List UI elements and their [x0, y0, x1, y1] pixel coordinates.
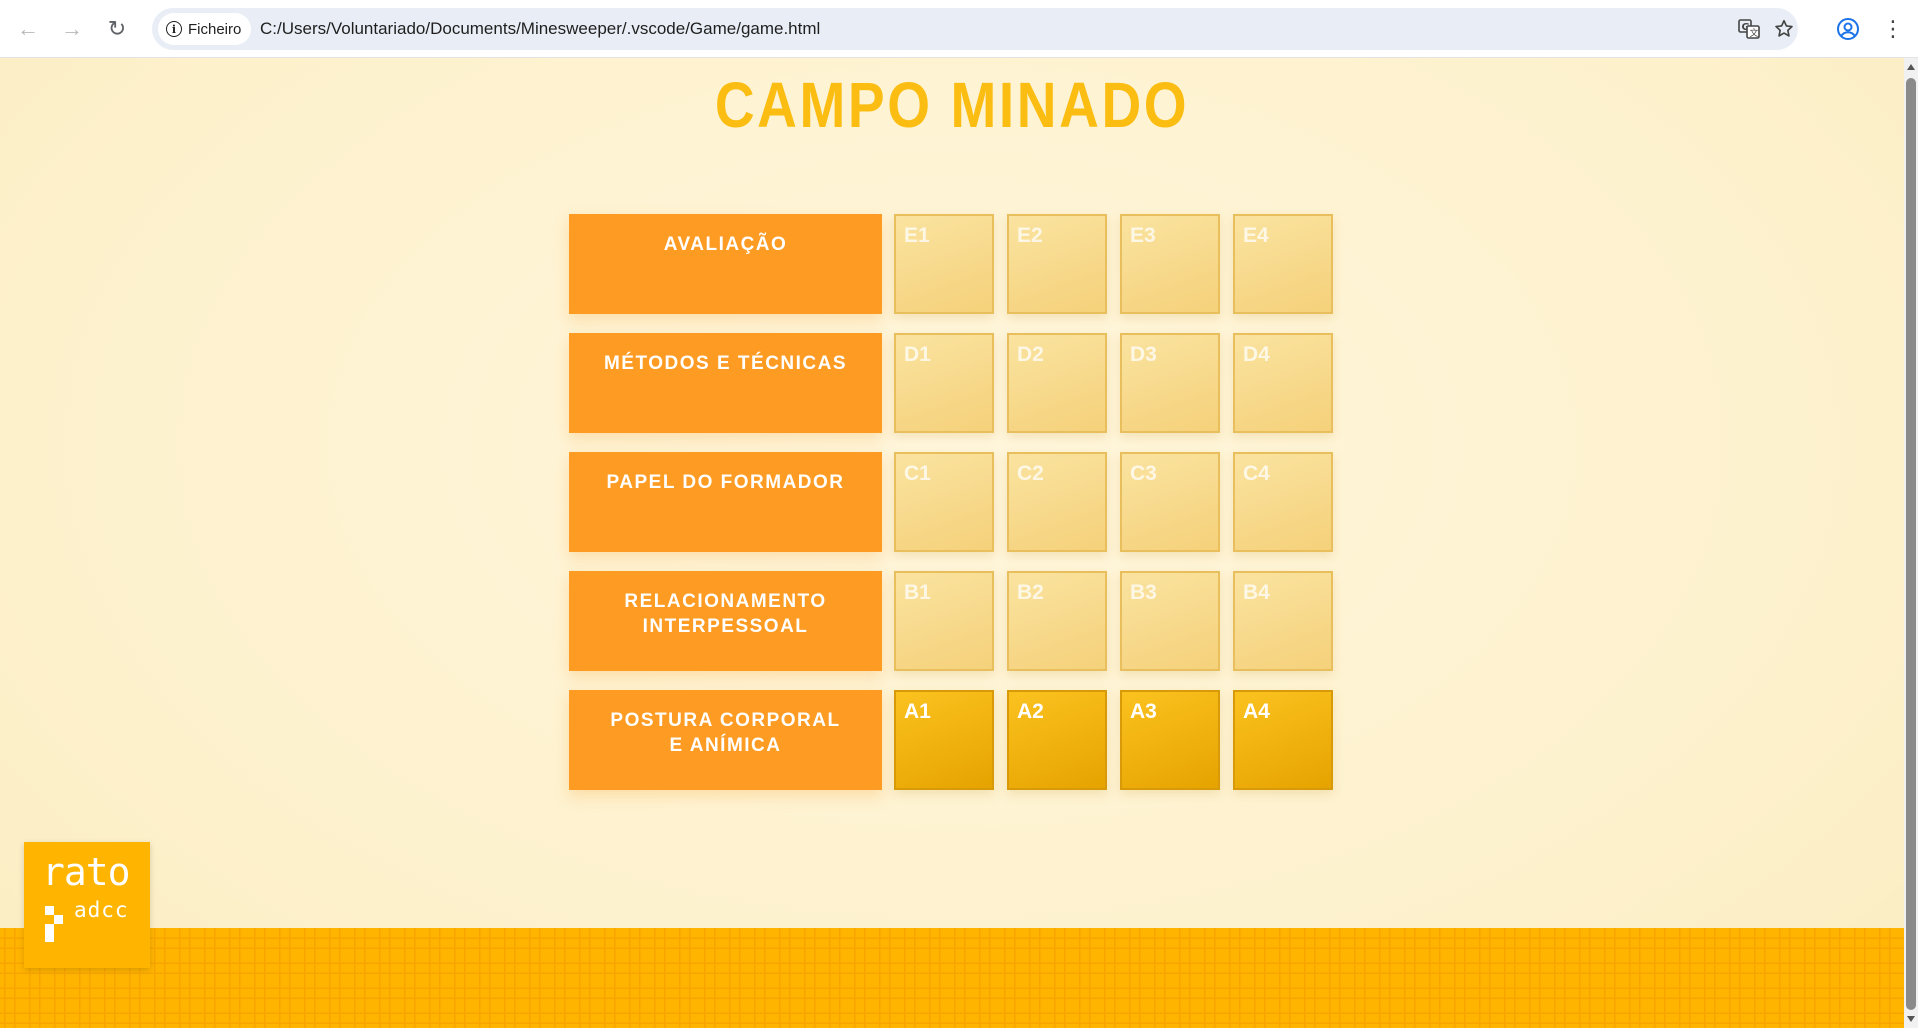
profile-icon[interactable]	[1832, 13, 1864, 45]
mine-cell[interactable]: B2	[1007, 571, 1107, 671]
back-button[interactable]: ←	[12, 13, 44, 45]
cell-label: E1	[904, 224, 930, 247]
cell-label: A1	[904, 700, 931, 723]
mine-cell[interactable]: D3	[1120, 333, 1220, 433]
site-info-chip[interactable]: i Ficheiro	[158, 13, 252, 45]
category-label: AVALIAÇÃO	[569, 214, 882, 314]
back-arrow-icon: ←	[17, 16, 39, 41]
mine-cell[interactable]: A4	[1233, 690, 1333, 790]
cell-label: E2	[1017, 224, 1043, 247]
cell-label: C3	[1130, 462, 1157, 485]
menu-kebab-icon[interactable]: ⋮	[1877, 13, 1909, 45]
cell-label: D3	[1130, 343, 1157, 366]
mine-cell[interactable]: C3	[1120, 452, 1220, 552]
cell-label: B1	[904, 581, 931, 604]
site-info-label: Ficheiro	[188, 20, 242, 38]
cell-label: A4	[1243, 700, 1270, 723]
mine-cell[interactable]: E1	[894, 214, 994, 314]
cell-label: D1	[904, 343, 931, 366]
mine-cell[interactable]: B1	[894, 571, 994, 671]
translate-icon[interactable]: G 文	[1736, 16, 1762, 42]
rato-adcc-logo: rato adcc	[24, 842, 150, 968]
scroll-thumb[interactable]	[1906, 78, 1916, 1010]
mine-cell[interactable]: D4	[1233, 333, 1333, 433]
bookmark-star-icon[interactable]	[1771, 16, 1797, 42]
logo-word-adcc: adcc	[74, 898, 129, 922]
mine-cell[interactable]: B3	[1120, 571, 1220, 671]
svg-text:文: 文	[1750, 27, 1759, 39]
footer-pattern	[0, 928, 1904, 1028]
cell-label: C4	[1243, 462, 1270, 485]
cell-label: E4	[1243, 224, 1269, 247]
page-title: CAMPO MINADO	[714, 69, 1190, 141]
cell-label: A3	[1130, 700, 1157, 723]
cell-label: D4	[1243, 343, 1270, 366]
cell-label: A2	[1017, 700, 1044, 723]
address-bar[interactable]: i Ficheiro C:/Users/Voluntariado/Documen…	[152, 8, 1798, 50]
category-label: MÉTODOS E TÉCNICAS	[569, 333, 882, 433]
cell-label: C1	[904, 462, 931, 485]
reload-icon: ↻	[107, 16, 127, 41]
category-label: PAPEL DO FORMADOR	[569, 452, 882, 552]
mine-cell[interactable]: C4	[1233, 452, 1333, 552]
category-label: RELACIONAMENTO INTERPESSOAL	[569, 571, 882, 671]
forward-arrow-icon: →	[61, 16, 83, 41]
cell-label: B3	[1130, 581, 1157, 604]
reload-button[interactable]: ↻	[101, 13, 133, 45]
mine-cell[interactable]: A1	[894, 690, 994, 790]
mine-cell[interactable]: E3	[1120, 214, 1220, 314]
mine-cell[interactable]: B4	[1233, 571, 1333, 671]
cell-label: B2	[1017, 581, 1044, 604]
cell-label: C2	[1017, 462, 1044, 485]
forward-button[interactable]: →	[56, 13, 88, 45]
cell-label: D2	[1017, 343, 1044, 366]
mine-cell[interactable]: D2	[1007, 333, 1107, 433]
scroll-down-arrow-icon[interactable]	[1907, 1016, 1915, 1022]
mine-cell[interactable]: E4	[1233, 214, 1333, 314]
url-text[interactable]: C:/Users/Voluntariado/Documents/Mineswee…	[260, 8, 820, 50]
game-page: CAMPO MINADO AVALIAÇÃO E1 E2 E3 E4 MÉTODOS E …	[0, 58, 1904, 1028]
mine-cell[interactable]: C2	[1007, 452, 1107, 552]
browser-toolbar: ← → ↻ i Ficheiro C:/Users/Voluntariado/D…	[0, 0, 1918, 58]
mine-cell[interactable]: C1	[894, 452, 994, 552]
cell-label: E3	[1130, 224, 1156, 247]
mine-cell[interactable]: A3	[1120, 690, 1220, 790]
scroll-up-arrow-icon[interactable]	[1907, 64, 1915, 70]
cell-label: B4	[1243, 581, 1270, 604]
vertical-scrollbar[interactable]	[1904, 58, 1918, 1028]
mine-cell[interactable]: D1	[894, 333, 994, 433]
mine-cell[interactable]: A2	[1007, 690, 1107, 790]
logo-word-rato: rato	[42, 850, 131, 894]
mine-cell[interactable]: E2	[1007, 214, 1107, 314]
info-icon: i	[166, 21, 182, 37]
category-label: POSTURA CORPORAL E ANÍMICA	[569, 690, 882, 790]
